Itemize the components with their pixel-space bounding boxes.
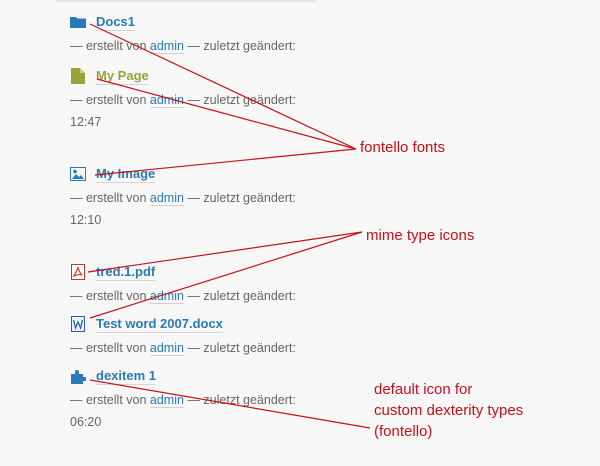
list-item: My Image — erstellt von admin — zuletzt …: [70, 164, 350, 230]
item-meta: — erstellt von admin — zuletzt geändert:…: [70, 188, 350, 230]
modified-time: 06:20: [70, 415, 102, 429]
author-link[interactable]: admin: [149, 393, 184, 408]
item-title-link[interactable]: Test word 2007.docx: [96, 316, 223, 333]
modified-time: 12:10: [70, 213, 102, 227]
item-title-link[interactable]: My Image: [96, 166, 156, 183]
meta-suffix: — zuletzt geändert:: [187, 39, 296, 53]
top-divider: [56, 0, 316, 2]
annotation-mime: mime type icons: [366, 227, 475, 244]
list-item: tred.1.pdf — erstellt von admin — zuletz…: [70, 262, 350, 306]
author-link[interactable]: admin: [149, 341, 184, 356]
list-item: Test word 2007.docx — erstellt von admin…: [70, 314, 350, 358]
item-title-link[interactable]: My Page: [96, 68, 149, 85]
annotation-fontello: fontello fonts: [360, 139, 446, 156]
puzzle-icon: [70, 368, 86, 384]
meta-suffix: — zuletzt geändert:: [187, 341, 296, 355]
item-meta: — erstellt von admin — zuletzt geändert:: [70, 286, 350, 306]
item-meta: — erstellt von admin — zuletzt geändert:…: [70, 390, 350, 432]
meta-suffix: — zuletzt geändert:: [187, 289, 296, 303]
meta-prefix: — erstellt von: [70, 289, 147, 303]
image-icon: [70, 166, 86, 182]
meta-suffix: — zuletzt geändert:: [187, 393, 296, 407]
item-title-link[interactable]: Docs1: [96, 14, 136, 31]
item-title-link[interactable]: tred.1.pdf: [96, 264, 156, 281]
meta-suffix: — zuletzt geändert:: [187, 191, 296, 205]
list-item: dexitem 1 — erstellt von admin — zuletzt…: [70, 366, 350, 432]
author-link[interactable]: admin: [149, 289, 184, 304]
author-link[interactable]: admin: [149, 191, 184, 206]
annotation-default-line1: default icon for: [374, 381, 473, 398]
meta-prefix: — erstellt von: [70, 341, 147, 355]
folder-icon: [70, 14, 86, 30]
pdf-icon: [70, 264, 86, 280]
author-link[interactable]: admin: [149, 93, 184, 108]
item-meta: — erstellt von admin — zuletzt geändert:…: [70, 90, 350, 132]
meta-prefix: — erstellt von: [70, 393, 147, 407]
meta-suffix: — zuletzt geändert:: [187, 93, 296, 107]
item-title-link[interactable]: dexitem 1: [96, 368, 156, 385]
annotation-default-line2: custom dexterity types: [374, 402, 524, 419]
list-item: Docs1 — erstellt von admin — zuletzt geä…: [70, 12, 350, 56]
list-item: My Page — erstellt von admin — zuletzt g…: [70, 66, 350, 132]
document-icon: [70, 68, 86, 84]
author-link[interactable]: admin: [149, 39, 184, 54]
meta-prefix: — erstellt von: [70, 191, 147, 205]
meta-prefix: — erstellt von: [70, 39, 147, 53]
modified-time: 12:47: [70, 115, 102, 129]
annotation-default-line3: (fontello): [374, 423, 433, 440]
item-meta: — erstellt von admin — zuletzt geändert:: [70, 338, 350, 358]
item-meta: — erstellt von admin — zuletzt geändert:: [70, 36, 350, 56]
word-document-icon: [70, 316, 86, 332]
meta-prefix: — erstellt von: [70, 93, 147, 107]
